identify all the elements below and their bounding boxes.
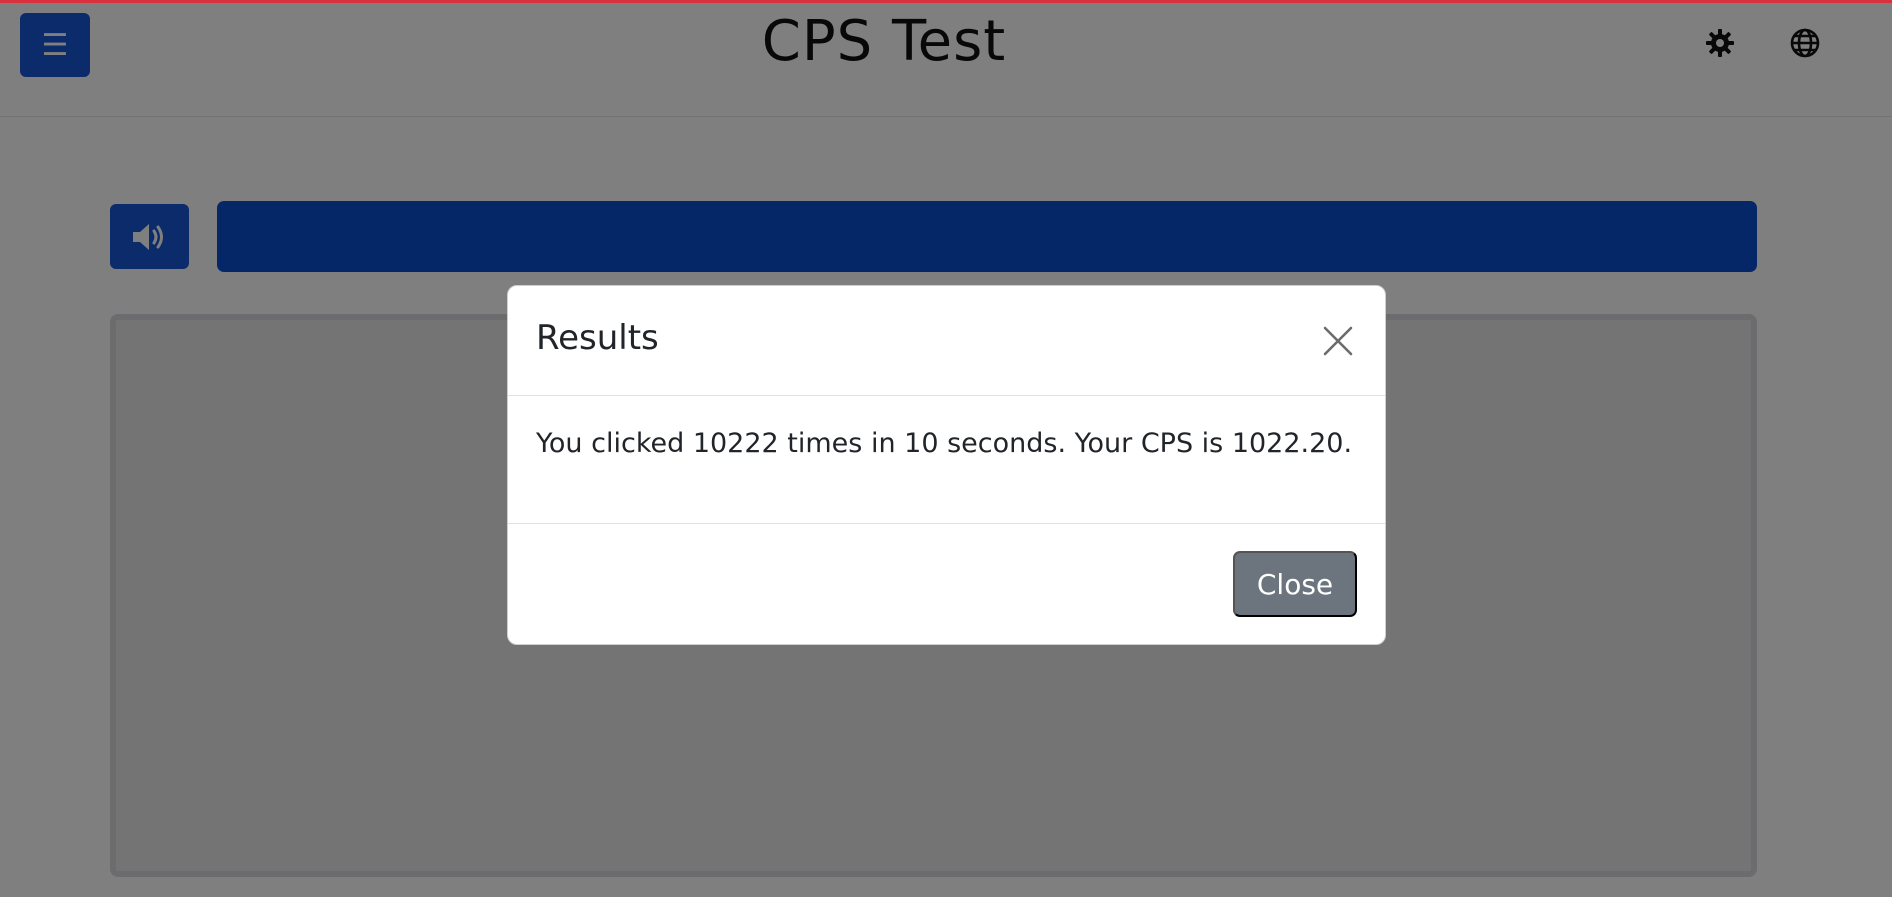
modal-header: Results: [508, 286, 1385, 396]
close-icon: [1323, 326, 1353, 356]
results-message: You clicked 10222 times in 10 seconds. Y…: [536, 428, 1353, 459]
modal-close-x-button[interactable]: [1319, 322, 1357, 360]
modal-body: You clicked 10222 times in 10 seconds. Y…: [508, 396, 1385, 524]
results-modal: Results You clicked 10222 times in 10 se…: [507, 285, 1386, 645]
close-button[interactable]: Close: [1233, 551, 1357, 617]
page: ☰ CPS Test: [0, 0, 1892, 897]
modal-title: Results: [536, 318, 659, 358]
modal-footer: Close: [508, 524, 1385, 644]
